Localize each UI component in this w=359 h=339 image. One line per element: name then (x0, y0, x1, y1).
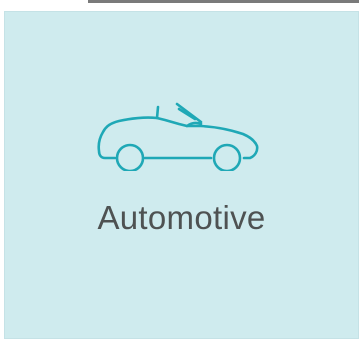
top-divider (88, 0, 359, 3)
tile-label: Automotive (97, 199, 266, 236)
category-tile-automotive[interactable]: Automotive (4, 11, 359, 339)
convertible-car-icon (93, 96, 265, 171)
